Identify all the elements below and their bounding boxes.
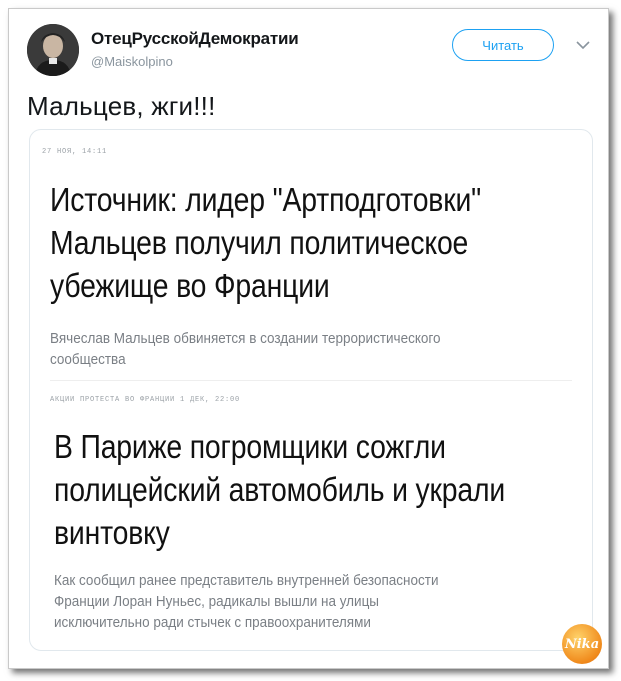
follow-button[interactable]: Читать	[452, 29, 554, 61]
article-meta: АКЦИИ ПРОТЕСТА ВО ФРАНЦИИ 1 ДЕК, 22:00	[50, 396, 241, 404]
article-meta: 27 НОЯ, 14:11	[42, 148, 108, 156]
divider	[50, 380, 572, 381]
headline-line: полицейский автомобиль и украли	[54, 471, 506, 508]
headline-line: убежище во Франции	[50, 267, 330, 304]
headline-line: Источник: лидер "Артподготовки"	[50, 181, 482, 218]
tweet-frame: ОтецРусскойДемократии @Maiskolpino Читат…	[8, 8, 609, 669]
embedded-news-card[interactable]: 27 НОЯ, 14:11 Источник: лидер "Артподгот…	[29, 129, 593, 651]
lead-line: Франции Лоран Нуньес, радикалы вышли на …	[54, 593, 380, 610]
chevron-down-icon[interactable]	[575, 39, 591, 51]
lead-line: исключительно ради стычек с правоохранит…	[54, 614, 371, 631]
lead-line: Вячеслав Мальцев обвиняется в создании т…	[50, 330, 441, 347]
author-name[interactable]: ОтецРусскойДемократии	[91, 29, 299, 49]
lead-line: Как сообщил ранее представитель внутренн…	[54, 572, 439, 589]
avatar-portrait-icon	[27, 24, 79, 76]
headline-line: Мальцев получил политическое	[50, 224, 469, 261]
tweet-text: Мальцев, жги!!!	[27, 91, 216, 121]
headline-line: винтовку	[54, 514, 170, 551]
article-lead: Как сообщил ранее представитель внутренн…	[54, 570, 438, 633]
tweet-author: ОтецРусскойДемократии @Maiskolpino	[91, 29, 299, 69]
article-lead: Вячеслав Мальцев обвиняется в создании т…	[50, 328, 441, 370]
avatar[interactable]	[27, 24, 79, 76]
headline-line: В Париже погромщики сожгли	[54, 428, 446, 465]
lead-line: сообщества	[50, 351, 126, 368]
article-headline[interactable]: В Париже погромщики сожгли полицейский а…	[54, 425, 505, 554]
author-handle[interactable]: @Maiskolpino	[91, 54, 299, 69]
article-headline[interactable]: Источник: лидер "Артподготовки" Мальцев …	[50, 178, 481, 307]
watermark-logo: Nika	[562, 624, 602, 664]
